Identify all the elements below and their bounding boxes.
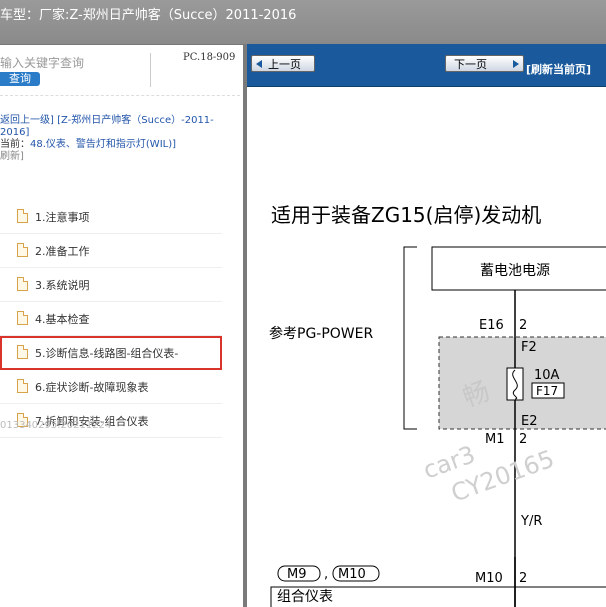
next-page-button[interactable]: 下一页: [445, 55, 524, 72]
e16-label: E16: [479, 318, 504, 333]
menu-item[interactable]: 6.症状诊断-故障现象表: [0, 370, 222, 404]
battery-label: 蓄电池电源: [480, 263, 550, 279]
menu-item[interactable]: 1.注意事项: [0, 200, 222, 234]
document-icon: [17, 209, 28, 223]
menu-item-label: 4.基本检查: [35, 313, 90, 326]
breadcrumb: 返回上一级] [Z-郑州日产帅客（Succe）-2011-2016] 当前：48…: [0, 115, 240, 163]
m1-pin: 2: [519, 432, 527, 447]
document-menu: 1.注意事项 2.准备工作 3.系统说明 4.基本检查 5.诊断信息-线路图-组…: [0, 200, 222, 438]
ref-label: 参考PG-POWER: [269, 325, 373, 342]
menu-item-label: 3.系统说明: [35, 279, 90, 292]
menu-item-selected[interactable]: 5.诊断信息-线路图-组合仪表-: [0, 336, 222, 370]
document-icon: [17, 379, 28, 393]
document-icon: [17, 277, 28, 291]
document-icon: [17, 311, 28, 325]
left-panel: 查询 PC.18-909 返回上一级] [Z-郑州日产帅客（Succe）-201…: [0, 45, 243, 607]
connector-m9: M9: [287, 567, 307, 582]
search-input[interactable]: [0, 53, 142, 73]
wiring-diagram: 适用于装备ZG15(启停)发动机 蓄电池电源 参考PG-POWER E16 2 …: [269, 203, 606, 607]
wiring-diagram-bottom: M9 , M10 M10 2: [270, 557, 606, 607]
prev-page-label: 上一页: [268, 58, 301, 71]
menu-item[interactable]: 4.基本检查: [0, 302, 222, 336]
arrow-left-icon: [256, 60, 262, 68]
menu-item[interactable]: 2.准备工作: [0, 234, 222, 268]
meter-box: [270, 586, 606, 607]
prev-page-button[interactable]: 上一页: [251, 55, 315, 72]
search-button[interactable]: 查询: [0, 72, 40, 86]
viewer-nav-bar: 上一页 下一页 [刷新当前页]: [247, 44, 606, 87]
arrow-right-icon: [513, 60, 519, 68]
current-prefix: 当前：: [0, 139, 30, 150]
fuse-symbol: [506, 367, 524, 401]
document-code: PC.18-909: [183, 52, 236, 63]
menu-item-label: 1.注意事项: [35, 211, 90, 224]
menu-item-label: 2.准备工作: [35, 245, 90, 258]
refresh-page-link[interactable]: [刷新当前页]: [526, 61, 591, 77]
e2-label: E2: [521, 414, 538, 429]
refresh-link[interactable]: 刷新]: [0, 151, 240, 163]
e16-pin: 2: [519, 318, 527, 333]
fuse-rating: 10A: [534, 368, 560, 383]
wire-color-label: Y/R: [520, 514, 542, 529]
m1-label: M1: [485, 432, 505, 447]
current-category-link[interactable]: 48.仪表、警告灯和指示灯(WIL)]: [30, 139, 176, 150]
m10-label: M10: [475, 571, 503, 586]
connector-separator: ,: [324, 567, 328, 582]
window-title: 车型：厂家:Z-郑州日产帅客（Succe）2011-2016: [0, 8, 297, 23]
divider: [150, 53, 151, 87]
menu-item-label: 6.症状诊断-故障现象表: [35, 381, 149, 394]
connector-m10: M10: [338, 567, 366, 582]
back-link[interactable]: 返回上一级]: [0, 115, 54, 126]
fuse-id: F17: [536, 384, 558, 398]
window-title-bar: 车型：厂家:Z-郑州日产帅客（Succe）2011-2016: [0, 0, 606, 45]
document-viewer: 上一页 下一页 [刷新当前页] 适用于装备ZG15(启停)发动机 蓄电池电源 参…: [247, 44, 606, 607]
menu-item-label: 5.诊断信息-线路图-组合仪表-: [35, 347, 179, 360]
diagram-title: 适用于装备ZG15(启停)发动机: [271, 203, 541, 227]
f2-label: F2: [521, 340, 537, 355]
next-page-label: 下一页: [454, 58, 487, 71]
version-text: 013340295.20211224: [0, 420, 112, 431]
menu-item[interactable]: 3.系统说明: [0, 268, 222, 302]
m10-pin: 2: [519, 571, 527, 586]
document-icon: [17, 243, 28, 257]
divider: [0, 95, 240, 97]
document-icon: [17, 345, 28, 359]
